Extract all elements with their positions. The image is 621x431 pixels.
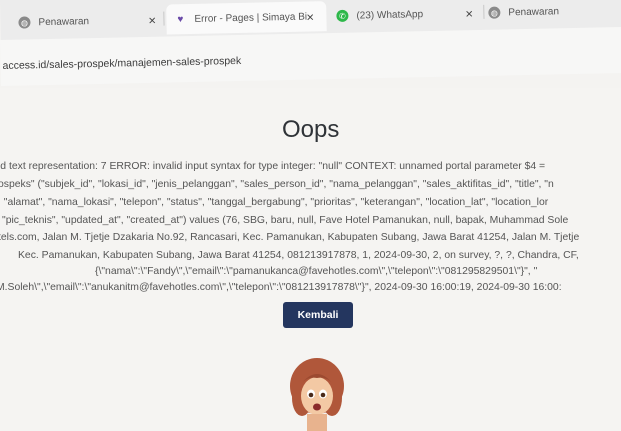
tab-penawaran-2[interactable]: ◍ Penawaran bbox=[488, 0, 621, 28]
error-line-8: M.Soleh\",\"email\":\"anukanitm@favehotl… bbox=[0, 282, 562, 293]
tab-whatsapp[interactable]: ✆ (23) WhatsApp × bbox=[330, 0, 481, 31]
whatsapp-icon: ✆ bbox=[336, 9, 349, 22]
error-line-4: "pic_teknis", "updated_at", "created_at"… bbox=[2, 215, 569, 226]
globe-icon: ◍ bbox=[18, 16, 31, 29]
error-line-6: Kec. Pamanukan, Kabupaten Subang, Jawa B… bbox=[18, 250, 579, 261]
tab-label: Penawaran bbox=[38, 15, 90, 28]
error-line-7: {\"nama\":\"Fandy\",\"email\":\"pamanuka… bbox=[95, 266, 538, 277]
page-title: Oops bbox=[282, 116, 340, 143]
close-icon[interactable]: × bbox=[465, 6, 473, 21]
close-icon[interactable]: × bbox=[148, 12, 156, 27]
page-content: Oops id text representation: 7 ERROR: in… bbox=[0, 88, 621, 431]
tab-label: (23) WhatsApp bbox=[356, 8, 424, 22]
error-line-1: id text representation: 7 ERROR: invalid… bbox=[0, 161, 546, 172]
error-line-2: ospeks" ("subjek_id", "lokasi_id", "jeni… bbox=[0, 179, 554, 190]
tab-penawaran-1[interactable]: ◍ Penawaran × bbox=[0, 5, 161, 38]
error-line-5: tels.com, Jalan M. Tjetje Dzakaria No.92… bbox=[0, 232, 580, 243]
avatar-image bbox=[290, 358, 344, 431]
tab-label: Penawaran bbox=[508, 5, 560, 18]
tab-divider bbox=[163, 11, 165, 26]
globe-icon: ◍ bbox=[488, 6, 501, 19]
close-icon[interactable]: × bbox=[306, 9, 314, 24]
url-text[interactable]: access.id/sales-prospek/manajemen-sales-… bbox=[2, 55, 241, 72]
back-button[interactable]: Kembali bbox=[283, 302, 353, 328]
heart-icon: ♥ bbox=[177, 13, 184, 25]
error-line-3: , "alamat", "nama_lokasi", "telepon", "s… bbox=[0, 197, 549, 208]
tab-divider bbox=[483, 4, 485, 19]
tab-error-pages[interactable]: ♥ Error - Pages | Simaya Bi × bbox=[166, 1, 327, 35]
tab-label: Error - Pages | Simaya Bi bbox=[194, 11, 308, 25]
